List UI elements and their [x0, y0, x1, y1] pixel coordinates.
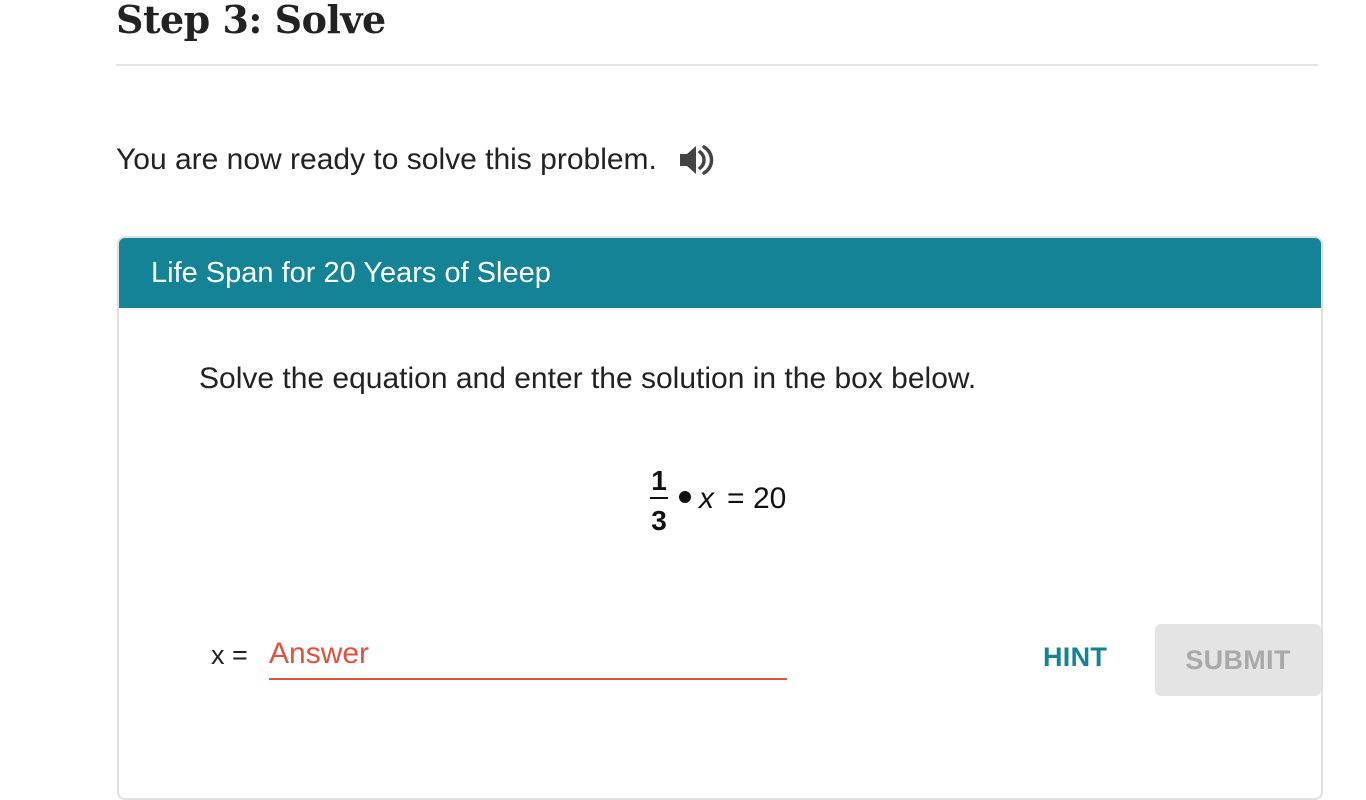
equation: 1 3 x = 20 [650, 465, 786, 536]
equation-variable: x [697, 482, 715, 515]
hint-button[interactable]: HINT [1043, 642, 1107, 673]
step-title: Step 3: Solve [116, 0, 386, 42]
problem-instruction: Solve the equation and enter the solutio… [199, 362, 977, 395]
intro-row: You are now ready to solve this problem. [116, 140, 717, 180]
answer-label: x = [211, 640, 248, 670]
submit-button[interactable]: SUBMIT [1155, 624, 1321, 696]
equation-rhs: 20 [753, 482, 786, 515]
answer-input[interactable] [269, 630, 787, 680]
intro-text: You are now ready to solve this problem. [116, 143, 657, 176]
speaker-icon[interactable] [677, 140, 717, 180]
speaker-icon-graphic [679, 145, 714, 175]
multiplication-dot [679, 491, 691, 503]
title-divider [116, 64, 1318, 66]
problem-header: Life Span for 20 Years of Sleep [119, 238, 1321, 308]
answer-row: x = HINT SUBMIT [211, 624, 1321, 710]
equation-denominator: 3 [651, 505, 667, 536]
equation-equals: = [727, 482, 745, 515]
equation-numerator: 1 [651, 465, 667, 496]
problem-card: Life Span for 20 Years of Sleep Solve th… [117, 236, 1323, 800]
